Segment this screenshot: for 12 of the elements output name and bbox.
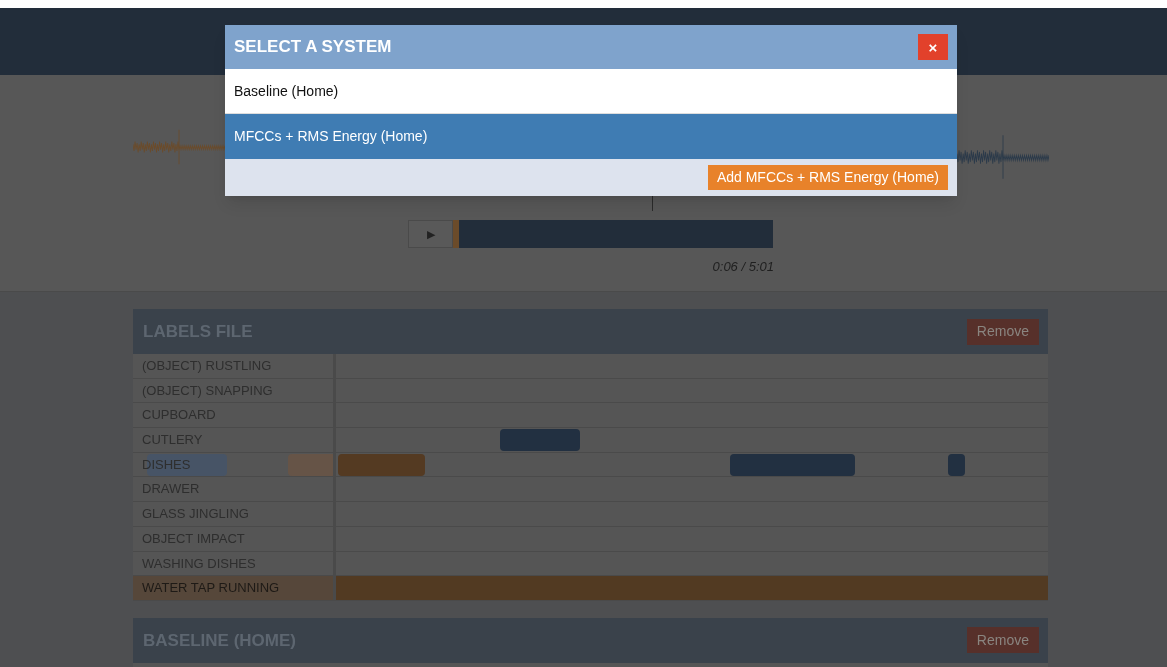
add-system-button[interactable]: Add MFCCs + RMS Energy (Home) bbox=[707, 165, 948, 190]
event-segment bbox=[948, 453, 965, 476]
remove-button[interactable]: Remove bbox=[966, 318, 1039, 345]
play-button[interactable]: ▶ bbox=[408, 220, 453, 248]
event-segment bbox=[288, 453, 336, 476]
label-name-cell: WATER TAP RUNNING bbox=[133, 576, 336, 600]
system-option[interactable]: Baseline (Home) bbox=[225, 69, 957, 114]
remove-button[interactable]: Remove bbox=[966, 627, 1039, 654]
system-option[interactable]: MFCCs + RMS Energy (Home) bbox=[225, 114, 957, 159]
time-label: 0:06 / 5:01 bbox=[711, 258, 774, 276]
dialog-title: SELECT A SYSTEM bbox=[234, 36, 392, 59]
close-button[interactable]: × bbox=[918, 34, 948, 60]
